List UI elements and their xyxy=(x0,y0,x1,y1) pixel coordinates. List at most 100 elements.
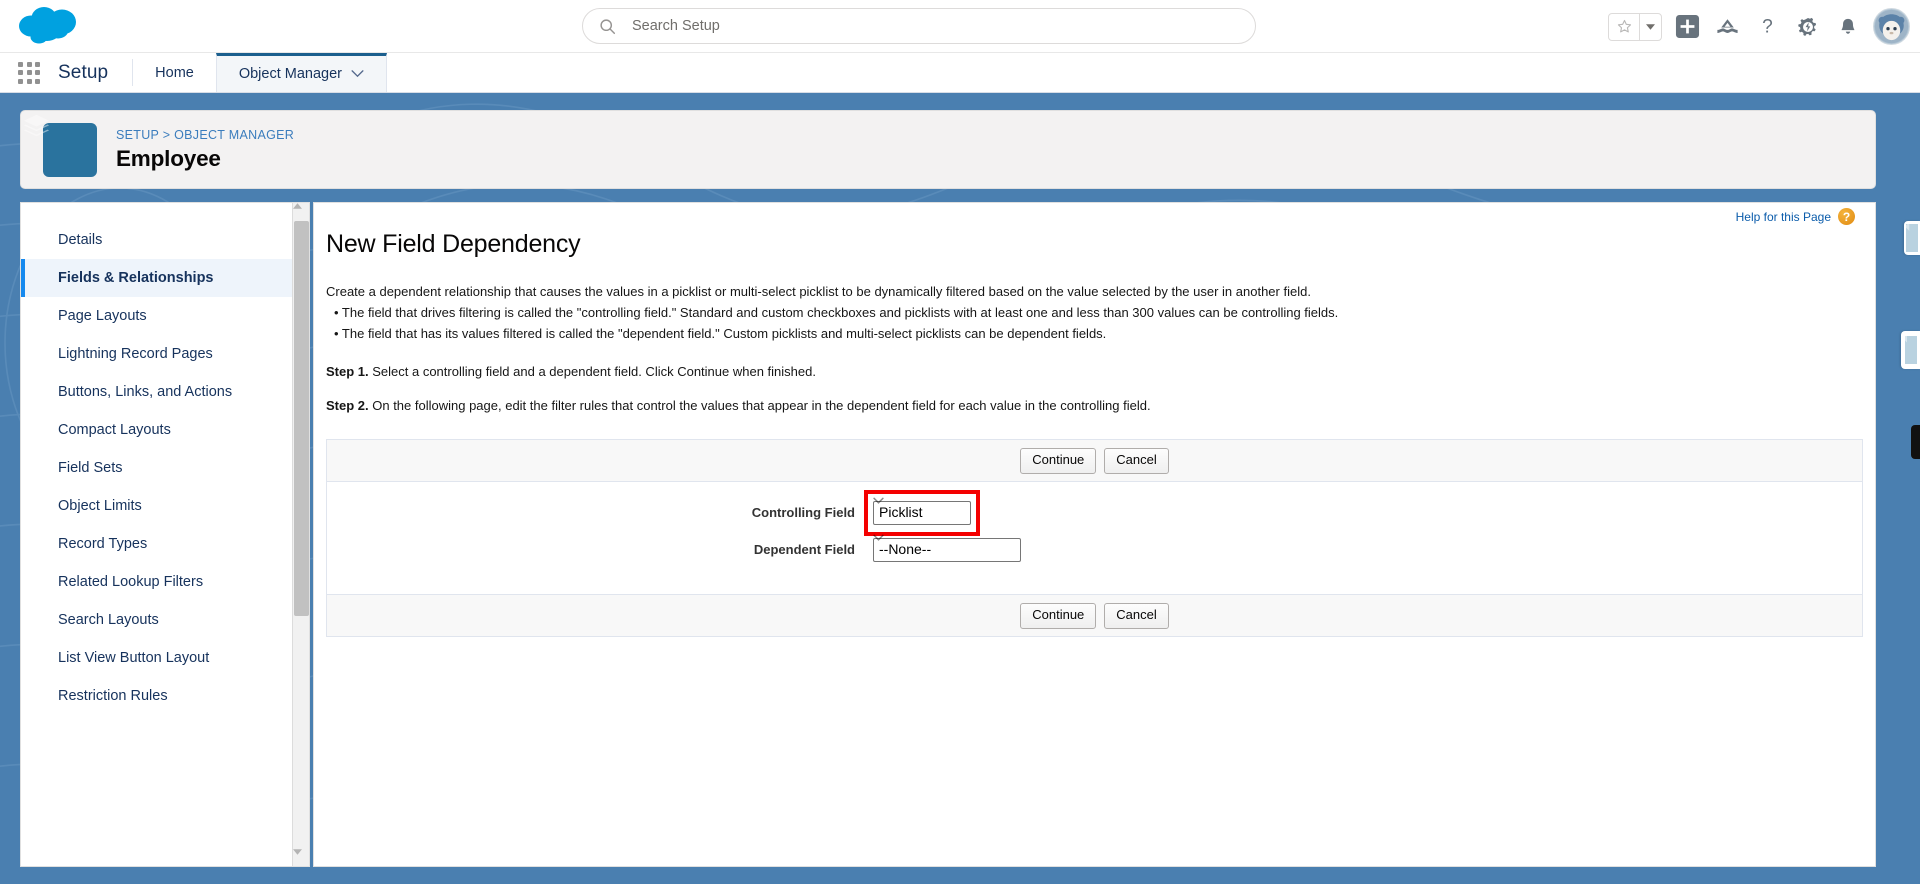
controlling-field-label: Controlling Field xyxy=(751,505,855,521)
controlling-field-select-wrapper[interactable]: Picklist xyxy=(864,489,980,536)
setup-nav-bar: Setup Home Object Manager xyxy=(0,53,1920,93)
global-search[interactable] xyxy=(582,8,1256,44)
dependent-field-row: Dependent Field --None-- xyxy=(327,534,1862,564)
chevron-left-icon-2 xyxy=(1902,332,1917,364)
continue-button-bottom[interactable]: Continue xyxy=(1020,603,1097,629)
search-input[interactable] xyxy=(632,18,1192,34)
collapse-header-panel-tab[interactable] xyxy=(1904,221,1920,255)
sidebar-item-object-limits[interactable]: Object Limits xyxy=(21,487,309,525)
step-1-label: Step 1. xyxy=(326,364,369,380)
collapse-side-panel-tab[interactable] xyxy=(1901,331,1920,369)
page-background: SETUP > OBJECT MANAGER Employee Details … xyxy=(0,93,1920,884)
sidebar-item-label: Fields & Relationships xyxy=(58,270,214,286)
sidebar-item-list: Details Fields & Relationships Page Layo… xyxy=(21,203,309,715)
sidebar-item-lightning-record-pages[interactable]: Lightning Record Pages xyxy=(21,335,309,373)
sidebar-scrollbar-thumb[interactable] xyxy=(294,221,309,616)
breadcrumb-separator: > xyxy=(162,127,171,142)
sidebar-item-restriction-rules[interactable]: Restriction Rules xyxy=(21,677,309,715)
controlling-field-select[interactable]: Picklist xyxy=(873,500,971,525)
main-content-panel: Help for this Page ? New Field Dependenc… xyxy=(313,202,1876,867)
scroll-down-arrow-icon[interactable] xyxy=(293,849,309,866)
dependent-field-select[interactable]: --None-- xyxy=(873,537,1021,562)
sidebar-item-label: Details xyxy=(58,232,103,248)
trailhead-mountain-icon[interactable] xyxy=(1713,12,1742,41)
notifications-bell-icon[interactable] xyxy=(1833,12,1862,41)
breadcrumb-object-manager[interactable]: OBJECT MANAGER xyxy=(174,128,294,142)
sidebar-item-record-types[interactable]: Record Types xyxy=(21,525,309,563)
salesforce-cloud-logo[interactable] xyxy=(14,4,88,48)
sidebar-scrollbar[interactable] xyxy=(292,203,309,866)
description-intro: Create a dependent relationship that cau… xyxy=(326,284,1311,299)
help-question-icon[interactable]: ? xyxy=(1753,12,1782,41)
controlling-field-row: Controlling Field Picklist xyxy=(327,489,1862,536)
tab-home[interactable]: Home xyxy=(133,53,216,92)
dependent-field-select-wrapper[interactable]: --None-- xyxy=(873,534,1021,562)
description-bullet-2: • The field that has its values filtered… xyxy=(334,326,1107,342)
step-2: Step 2. On the following page, edit the … xyxy=(326,396,1875,416)
global-actions-plus-icon[interactable] xyxy=(1673,12,1702,41)
page-title: Employee xyxy=(116,145,221,171)
help-orange-question-icon[interactable]: ? xyxy=(1838,208,1855,225)
sidebar-item-label: Object Limits xyxy=(58,498,142,514)
description-bullet-1: • The field that drives filtering is cal… xyxy=(334,305,1339,321)
sidebar-item-list-view-button-layout[interactable]: List View Button Layout xyxy=(21,639,309,677)
step-1: Step 1. Select a controlling field and a… xyxy=(326,362,1875,382)
help-link-label: Help for this Page xyxy=(1735,209,1831,224)
object-stack-icon xyxy=(23,114,97,177)
breadcrumb-setup[interactable]: SETUP xyxy=(116,128,159,142)
search-icon xyxy=(600,18,616,34)
help-for-this-page-link[interactable]: Help for this Page ? xyxy=(1736,208,1855,225)
favorites-group[interactable] xyxy=(1608,12,1662,41)
cancel-button-bottom[interactable]: Cancel xyxy=(1104,603,1169,629)
setup-label: Setup xyxy=(58,61,109,83)
sidebar-item-compact-layouts[interactable]: Compact Layouts xyxy=(21,411,309,449)
step-1-text: Select a controlling field and a depende… xyxy=(368,364,816,380)
tab-home-label: Home xyxy=(155,64,194,81)
steps-block: Step 1. Select a controlling field and a… xyxy=(326,362,1875,416)
field-dependency-form: Continue Cancel Controlling Field Pickli… xyxy=(326,439,1863,638)
bottom-button-row: Continue Cancel xyxy=(327,594,1862,637)
sidebar-item-page-layouts[interactable]: Page Layouts xyxy=(21,297,309,335)
svg-text:?: ? xyxy=(1762,17,1773,38)
setup-gear-icon[interactable] xyxy=(1793,12,1822,41)
breadcrumb: SETUP > OBJECT MANAGER xyxy=(116,128,294,142)
global-header: ? xyxy=(0,0,1920,53)
app-launcher-button[interactable] xyxy=(0,53,58,92)
sidebar-item-label: Restriction Rules xyxy=(58,688,168,704)
sidebar-item-label: Buttons, Links, and Actions xyxy=(58,384,233,400)
tab-object-manager[interactable]: Object Manager xyxy=(215,53,388,92)
page-edge-handle[interactable] xyxy=(1911,425,1920,459)
favorites-dropdown-caret-icon[interactable] xyxy=(1639,13,1661,40)
description-block: Create a dependent relationship that cau… xyxy=(326,281,1875,344)
user-avatar[interactable] xyxy=(1873,8,1910,45)
tab-object-manager-label: Object Manager xyxy=(238,66,343,82)
sidebar-item-label: Page Layouts xyxy=(58,308,147,324)
continue-button-top[interactable]: Continue xyxy=(1020,448,1097,474)
header-icon-group: ? xyxy=(1608,0,1910,53)
sidebar-item-buttons-links-actions[interactable]: Buttons, Links, and Actions xyxy=(21,373,309,411)
app-launcher-waffle-icon xyxy=(18,61,40,84)
sidebar-item-fields-relationships[interactable]: Fields & Relationships xyxy=(21,259,309,297)
sidebar-item-label: Related Lookup Filters xyxy=(58,574,204,590)
sidebar-item-label: List View Button Layout xyxy=(58,650,210,666)
scroll-up-arrow-icon[interactable] xyxy=(293,203,309,220)
sidebar-item-related-lookup-filters[interactable]: Related Lookup Filters xyxy=(21,563,309,601)
sidebar-item-label: Compact Layouts xyxy=(58,422,171,438)
sidebar-item-label: Record Types xyxy=(58,536,148,552)
cancel-button-top[interactable]: Cancel xyxy=(1104,448,1169,474)
content-title: New Field Dependency xyxy=(326,230,581,258)
step-2-label: Step 2. xyxy=(326,398,369,414)
sidebar-item-search-layouts[interactable]: Search Layouts xyxy=(21,601,309,639)
top-button-row: Continue Cancel xyxy=(327,440,1862,483)
chevron-down-icon[interactable] xyxy=(351,70,364,78)
fields-area: Controlling Field Picklist Dependent Fie… xyxy=(327,482,1862,595)
record-header: SETUP > OBJECT MANAGER Employee xyxy=(20,110,1876,189)
search-box[interactable] xyxy=(582,8,1256,44)
favorites-star-icon[interactable] xyxy=(1609,14,1639,40)
sidebar-item-label: Field Sets xyxy=(58,460,123,476)
object-sidebar: Details Fields & Relationships Page Layo… xyxy=(20,202,310,867)
sidebar-item-field-sets[interactable]: Field Sets xyxy=(21,449,309,487)
dependent-field-label: Dependent Field xyxy=(753,542,855,558)
sidebar-item-label: Search Layouts xyxy=(58,612,159,628)
sidebar-item-details[interactable]: Details xyxy=(21,221,309,259)
